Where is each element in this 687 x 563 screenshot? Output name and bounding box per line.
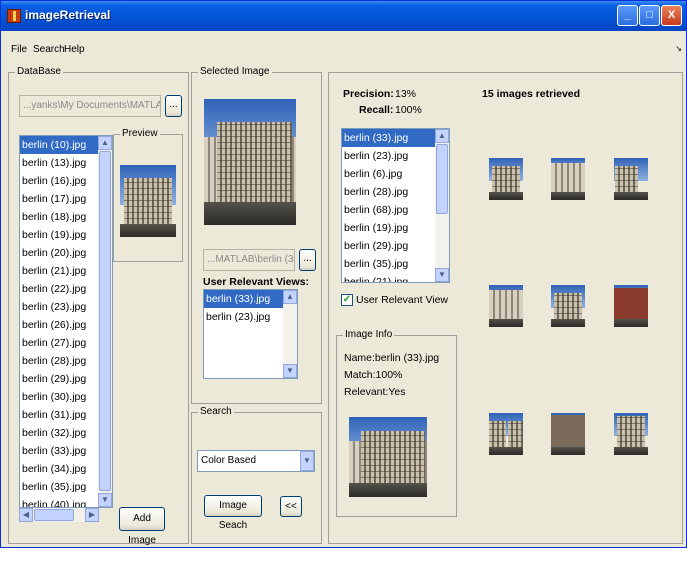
database-path-field[interactable]: ...yanks\My Documents\MATLAB\image [19, 95, 161, 117]
menu-file[interactable]: File [11, 44, 27, 55]
precision-value: 13% [395, 88, 417, 100]
preview-image [120, 165, 176, 237]
list-item[interactable]: berlin (21).jpg [342, 273, 449, 282]
scroll-up-icon[interactable]: ▲ [435, 129, 449, 143]
hscroll-thumb[interactable] [34, 509, 74, 521]
selected-path-field[interactable]: ...MATLAB\berlin (33).jpg [203, 249, 295, 271]
result-thumbnail[interactable] [614, 285, 648, 327]
database-hscrollbar[interactable]: ◀ ▶ [19, 508, 99, 522]
title-bar[interactable]: imageRetrieval _ □ X [1, 1, 686, 31]
selected-browse-button[interactable]: ... [299, 249, 316, 271]
window-title: imageRetrieval [25, 8, 111, 22]
result-thumbnail[interactable] [614, 413, 648, 455]
preview-group: Preview [113, 128, 183, 262]
search-method-value: Color Based [201, 455, 257, 466]
result-thumbnail[interactable] [489, 158, 523, 200]
selected-image-group-title: Selected Image [198, 66, 272, 78]
matlab-app-icon [7, 9, 21, 23]
selected-image-group: Selected Image ...MATLAB\berlin (33).jpg… [191, 66, 322, 404]
result-thumbnail[interactable] [489, 413, 523, 455]
results-list-scrollbar[interactable]: ▲ ▼ [435, 129, 449, 282]
database-group-title: DataBase [15, 66, 63, 78]
selected-image [204, 99, 296, 225]
scroll-up-icon[interactable]: ▲ [98, 136, 112, 150]
scroll-down-icon[interactable]: ▼ [283, 364, 297, 378]
back-button[interactable]: << [280, 496, 302, 517]
scroll-right-icon[interactable]: ▶ [85, 508, 99, 522]
list-item[interactable]: berlin (6).jpg [342, 165, 449, 183]
database-list-scrollbar[interactable]: ▲ ▼ [98, 136, 112, 507]
list-item[interactable]: berlin (28).jpg [342, 183, 449, 201]
search-method-dropdown[interactable]: Color Based ▼ [197, 450, 315, 472]
result-thumbnail[interactable] [551, 413, 585, 455]
user-relevant-views-heading: User Relevant Views: [203, 276, 310, 288]
image-search-button[interactable]: Image Seach [204, 495, 262, 531]
list-item[interactable]: berlin (19).jpg [342, 219, 449, 237]
list-item[interactable]: berlin (33).jpg [342, 129, 449, 147]
scroll-thumb[interactable] [436, 144, 448, 214]
user-relevant-view-checkbox[interactable]: ✓ [341, 294, 353, 306]
scroll-left-icon[interactable]: ◀ [19, 508, 33, 522]
user-relevant-view-label: User Relevant View [356, 294, 449, 306]
retrieved-count: 15 images retrieved [482, 88, 581, 100]
results-panel: Precision: 13% Recall: 100% 15 images re… [328, 72, 683, 544]
scroll-down-icon[interactable]: ▼ [435, 268, 449, 282]
close-button[interactable]: X [661, 5, 682, 26]
results-file-items: berlin (33).jpg berlin (23).jpg berlin (6)… [342, 129, 449, 282]
app-window: imageRetrieval _ □ X File Search Help ↘ … [0, 0, 687, 548]
scroll-thumb[interactable] [99, 151, 111, 491]
scroll-up-icon[interactable]: ▲ [283, 290, 297, 304]
result-thumbnail[interactable] [489, 285, 523, 327]
add-image-button[interactable]: Add Image [119, 507, 165, 546]
precision-label: Precision: [343, 88, 394, 100]
relevant-views-list[interactable]: berlin (33).jpg berlin (23).jpg ▲ ▼ [203, 289, 298, 379]
result-thumbnail[interactable] [614, 158, 648, 200]
image-info-group: Image Info Name:berlin (33).jpg Match:10… [336, 329, 457, 517]
database-group: DataBase ...yanks\My Documents\MATLAB\im… [8, 66, 189, 546]
info-image [349, 417, 427, 497]
minimize-button[interactable]: _ [617, 5, 638, 26]
recall-label: Recall: [359, 104, 394, 116]
recall-value: 100% [395, 104, 422, 116]
result-thumbnail[interactable] [551, 158, 585, 200]
relevant-list-scrollbar[interactable]: ▲ ▼ [283, 290, 297, 378]
menu-overflow-icon[interactable]: ↘ [675, 44, 682, 53]
search-group: Search Color Based ▼ Image Seach << [191, 406, 322, 544]
search-group-title: Search [198, 406, 234, 418]
scroll-down-icon[interactable]: ▼ [98, 493, 112, 507]
info-match: Match:100% [344, 369, 403, 381]
list-item[interactable]: berlin (29).jpg [342, 237, 449, 255]
menu-help[interactable]: Help [64, 44, 85, 55]
database-file-list[interactable]: berlin (10).jpg berlin (13).jpg berlin (16… [19, 135, 113, 508]
menu-bar: File Search Help ↘ [1, 31, 686, 55]
image-info-title: Image Info [343, 329, 395, 341]
results-file-list[interactable]: berlin (33).jpg berlin (23).jpg berlin (6)… [341, 128, 450, 283]
database-browse-button[interactable]: ... [165, 95, 182, 117]
info-name: Name:berlin (33).jpg [344, 352, 440, 364]
info-relevant: Relevant:Yes [344, 386, 406, 398]
maximize-button[interactable]: □ [639, 5, 660, 26]
menu-search[interactable]: Search [33, 44, 65, 55]
list-item[interactable]: berlin (23).jpg [342, 147, 449, 165]
list-item[interactable]: berlin (68).jpg [342, 201, 449, 219]
preview-group-title: Preview [120, 128, 160, 140]
result-thumbnail[interactable] [551, 285, 585, 327]
list-item[interactable]: berlin (35).jpg [342, 255, 449, 273]
chevron-down-icon[interactable]: ▼ [300, 451, 314, 471]
